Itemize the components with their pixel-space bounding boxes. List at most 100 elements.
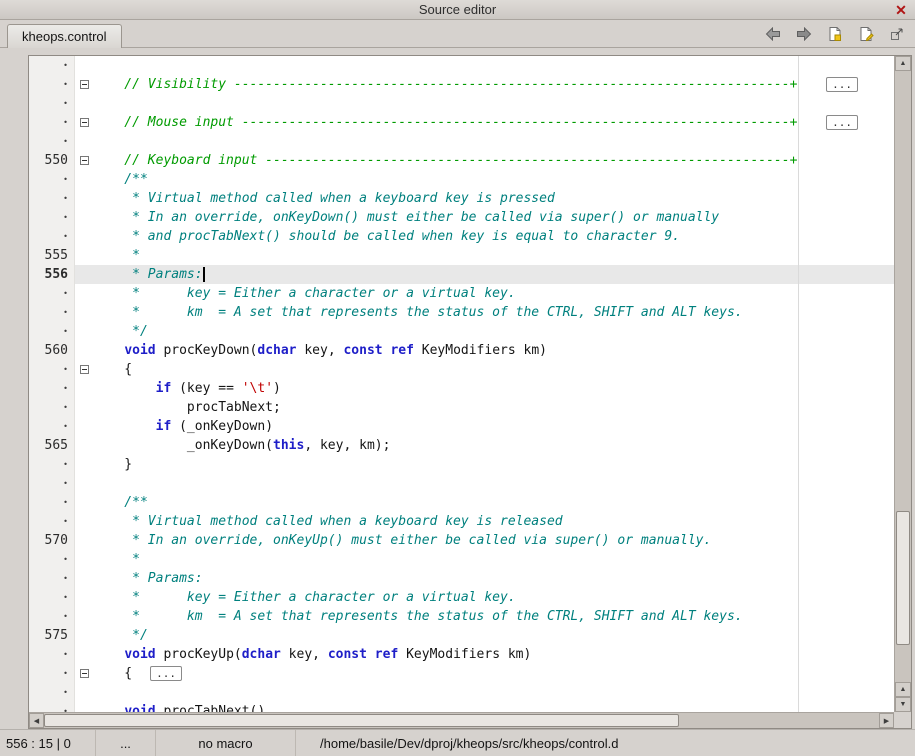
fold-toggle-icon[interactable] [80,365,89,374]
line-number[interactable]: • [29,227,75,246]
fold-toggle-icon[interactable] [80,80,89,89]
code-line[interactable]: • procTabNext; [29,398,894,417]
line-number[interactable]: • [29,56,75,75]
line-number[interactable]: • [29,645,75,664]
scroll-down-icon[interactable]: ▼ [895,697,911,712]
code-line[interactable]: • * Virtual method called when a keyboar… [29,189,894,208]
line-number[interactable]: 565 [29,436,75,455]
line-number[interactable]: • [29,455,75,474]
line-number[interactable]: • [29,512,75,531]
vertical-scroll-thumb[interactable] [896,511,910,645]
line-number[interactable]: • [29,569,75,588]
line-number[interactable]: • [29,607,75,626]
code-line[interactable]: • */ [29,322,894,341]
line-number[interactable]: • [29,94,75,113]
line-number[interactable]: • [29,664,75,683]
horizontal-scroll-thumb[interactable] [44,714,679,727]
code-line[interactable]: • {... [29,664,894,683]
code-line[interactable]: • void procKeyUp(dchar key, const ref Ke… [29,645,894,664]
code-text: // Visibility --------------------------… [93,75,894,94]
code-line[interactable]: • * km = A set that represents the statu… [29,303,894,322]
go-forward-button[interactable] [792,22,816,46]
line-number[interactable]: 550 [29,151,75,170]
code-line[interactable]: • } [29,455,894,474]
code-line[interactable]: 575 */ [29,626,894,645]
line-number[interactable]: • [29,303,75,322]
scroll-up-icon[interactable]: ▲ [895,56,911,71]
vertical-scrollbar[interactable]: ▲ ▲ ▼ [894,56,911,712]
code-line[interactable]: • [29,132,894,151]
line-number[interactable]: • [29,474,75,493]
line-number[interactable]: • [29,588,75,607]
line-number[interactable]: • [29,189,75,208]
line-number[interactable]: • [29,113,75,132]
line-number[interactable]: • [29,702,75,712]
code-line[interactable]: • * km = A set that represents the statu… [29,607,894,626]
code-line[interactable]: • * Virtual method called when a keyboar… [29,512,894,531]
code-line[interactable]: • * key = Either a character or a virtua… [29,284,894,303]
code-line[interactable]: 565 _onKeyDown(this, key, km); [29,436,894,455]
fold-toggle-icon[interactable] [80,669,89,678]
code-line[interactable]: • * In an override, onKeyDown() must eit… [29,208,894,227]
code-line[interactable]: 560 void procKeyDown(dchar key, const re… [29,341,894,360]
document-edit-button[interactable] [854,22,878,46]
line-number[interactable]: 556 [29,265,75,284]
line-number[interactable]: • [29,360,75,379]
code-line[interactable]: • void procTabNext() [29,702,894,712]
line-number[interactable]: 560 [29,341,75,360]
close-icon[interactable]: ✕ [892,1,910,19]
collapsed-fold-icon[interactable]: ... [826,115,858,130]
code-line[interactable]: • // Visibility ------------------------… [29,75,894,94]
code-line[interactable]: • /** [29,170,894,189]
line-number[interactable]: • [29,417,75,436]
scroll-up-secondary-icon[interactable]: ▲ [895,682,911,697]
collapsed-fold-icon[interactable]: ... [150,666,182,681]
line-number[interactable]: 555 [29,246,75,265]
line-number[interactable]: • [29,75,75,94]
line-number[interactable]: • [29,398,75,417]
horizontal-scrollbar[interactable]: ◀ ▶ [29,712,894,728]
code-line[interactable]: • [29,94,894,113]
code-line[interactable]: • [29,56,894,75]
code-viewport[interactable]: •• // Visibility -----------------------… [29,56,894,712]
code-line[interactable]: • // Mouse input -----------------------… [29,113,894,132]
line-number[interactable]: 575 [29,626,75,645]
fold-toggle-icon[interactable] [80,118,89,127]
code-line[interactable]: • [29,683,894,702]
code-line[interactable]: • /** [29,493,894,512]
scroll-right-icon[interactable]: ▶ [879,713,894,728]
code-line[interactable]: • * Params: [29,569,894,588]
line-number[interactable]: • [29,683,75,702]
code-line[interactable]: • * key = Either a character or a virtua… [29,588,894,607]
scroll-left-icon[interactable]: ◀ [29,713,44,728]
vertical-scroll-track[interactable] [895,71,911,682]
code-text: { [93,360,894,379]
code-line[interactable]: • * and procTabNext() should be called w… [29,227,894,246]
line-number[interactable]: • [29,379,75,398]
fold-toggle-icon[interactable] [80,156,89,165]
code-line[interactable]: • [29,474,894,493]
line-number[interactable]: • [29,322,75,341]
code-line[interactable]: • if (_onKeyDown) [29,417,894,436]
line-number[interactable]: • [29,170,75,189]
new-document-button[interactable] [823,22,847,46]
collapsed-fold-icon[interactable]: ... [826,77,858,92]
line-number[interactable]: • [29,284,75,303]
line-number[interactable]: • [29,493,75,512]
code-line[interactable]: • if (key == '\t') [29,379,894,398]
code-line[interactable]: • { [29,360,894,379]
line-number[interactable]: • [29,132,75,151]
fold-column [75,493,93,512]
code-line[interactable]: 570 * In an override, onKeyUp() must eit… [29,531,894,550]
line-number[interactable]: • [29,208,75,227]
code-line[interactable]: • * [29,550,894,569]
line-number[interactable]: • [29,550,75,569]
horizontal-scroll-track[interactable] [44,713,879,728]
code-line[interactable]: 555 * [29,246,894,265]
tab-kheops-control[interactable]: kheops.control [7,24,122,48]
code-line[interactable]: 550 // Keyboard input ------------------… [29,151,894,170]
go-back-button[interactable] [761,22,785,46]
detach-editor-button[interactable] [885,22,909,46]
line-number[interactable]: 570 [29,531,75,550]
code-line[interactable]: 556 * Params: [29,265,894,284]
